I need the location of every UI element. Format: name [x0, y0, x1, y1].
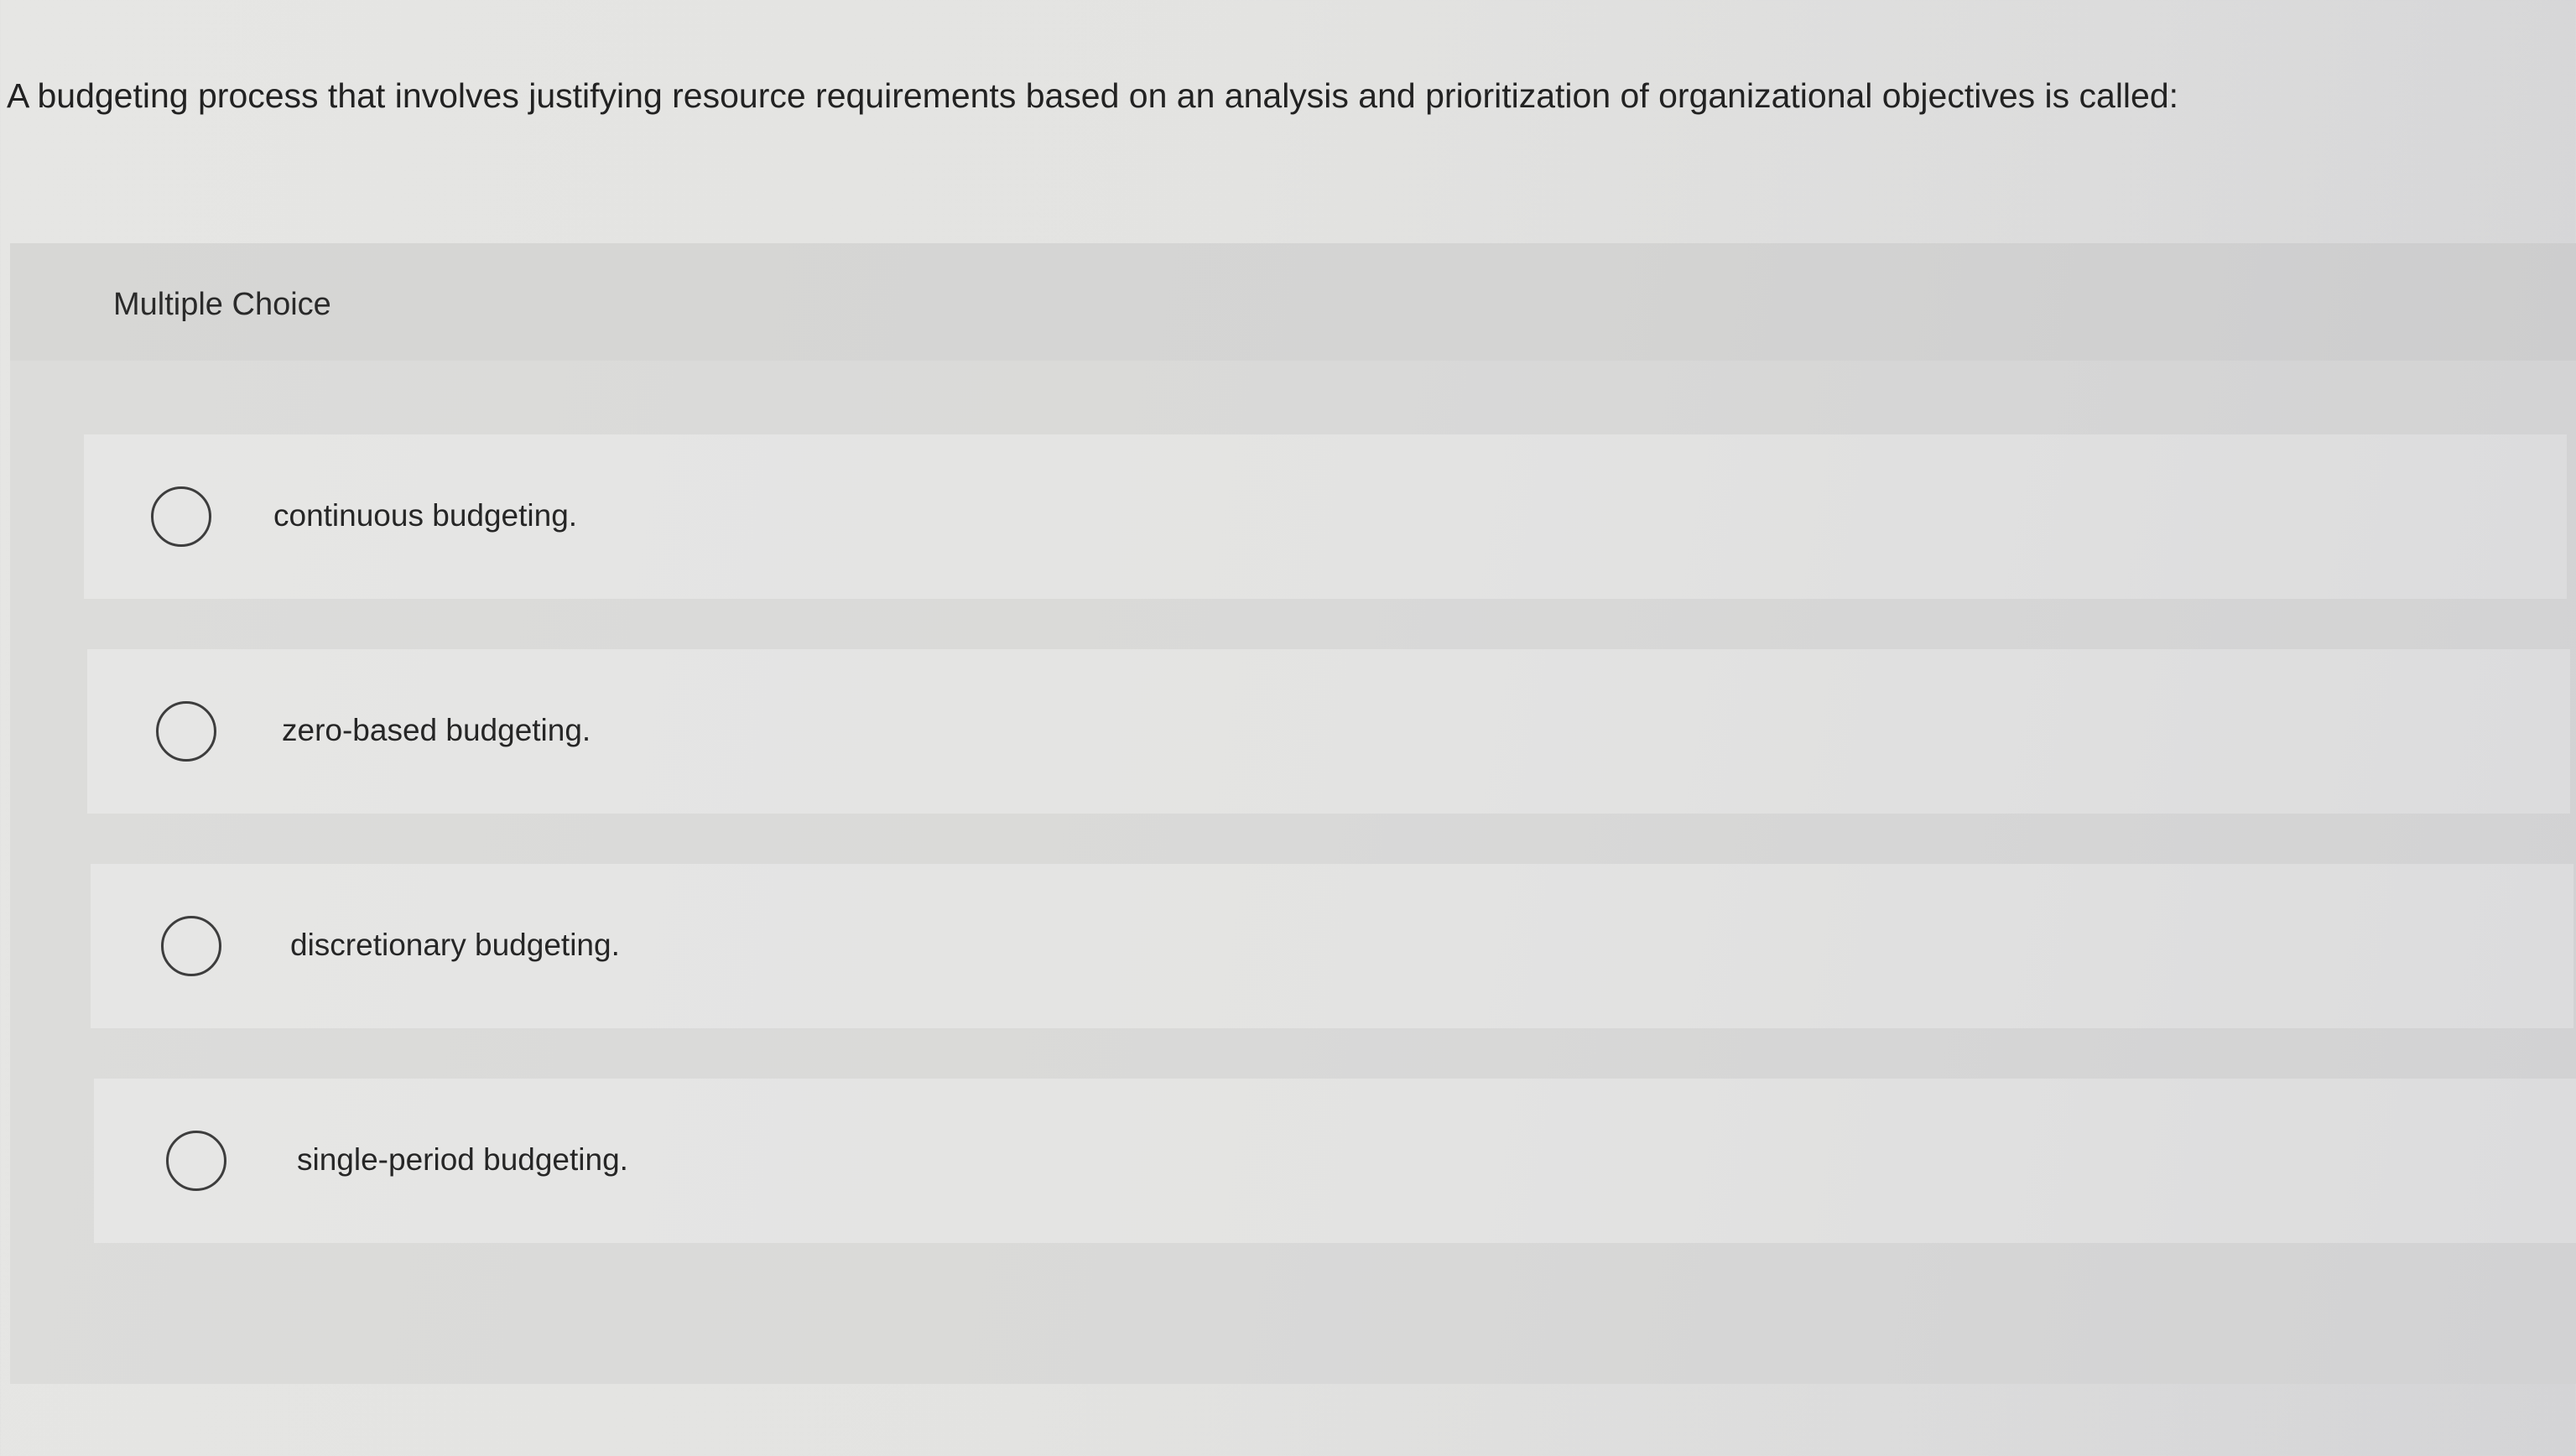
choice-option[interactable]: zero-based budgeting. [87, 649, 2570, 814]
choice-label: discretionary budgeting. [290, 928, 620, 962]
radio-button[interactable] [156, 701, 216, 762]
multiple-choice-panel: Multiple Choice continuous budgeting. ze… [10, 243, 2576, 1384]
radio-button[interactable] [161, 916, 221, 976]
choice-label: single-period budgeting. [297, 1142, 628, 1177]
radio-button[interactable] [151, 486, 211, 547]
choice-label: zero-based budgeting. [282, 713, 591, 747]
question-text: A budgeting process that involves justif… [7, 76, 2179, 115]
choice-option[interactable]: continuous budgeting. [84, 434, 2567, 599]
choice-option[interactable]: discretionary budgeting. [91, 864, 2573, 1028]
choice-label: continuous budgeting. [273, 498, 578, 533]
panel-header: Multiple Choice [10, 243, 2576, 361]
radio-button[interactable] [166, 1131, 226, 1191]
panel-title: Multiple Choice [113, 287, 331, 322]
choice-option[interactable]: single-period budgeting. [94, 1079, 2576, 1243]
